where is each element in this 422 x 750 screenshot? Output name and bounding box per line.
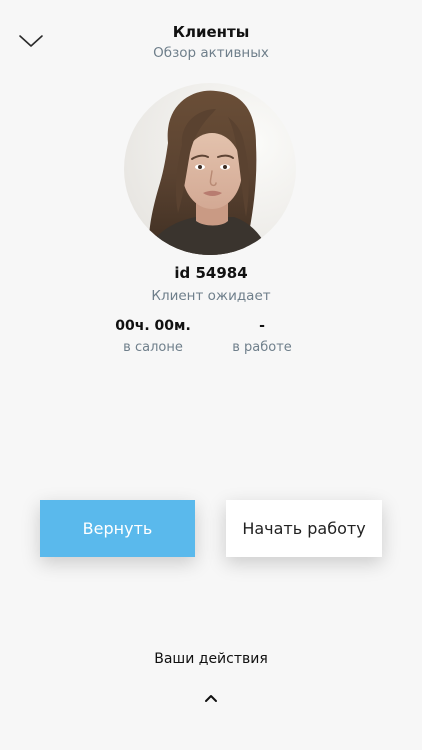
client-overview-screen: Клиенты Обзор активных id 54984 Клиент о…	[0, 0, 422, 750]
expand-actions-button[interactable]	[196, 686, 226, 710]
return-button[interactable]: Вернуть	[40, 500, 195, 557]
stat-in-work-value: -	[259, 318, 265, 334]
page-title: Клиенты	[172, 23, 250, 41]
client-id: id 54984	[174, 264, 248, 282]
stat-in-work: - в работе	[192, 316, 332, 358]
your-actions-label: Ваши действия	[154, 651, 268, 667]
chevron-up-icon	[205, 695, 217, 702]
client-photo	[124, 83, 296, 255]
avatar	[124, 83, 296, 255]
header: Клиенты Обзор активных	[0, 22, 422, 63]
stat-in-work-label: в работе	[232, 340, 292, 355]
client-status: Клиент ожидает	[151, 288, 271, 304]
page-subtitle: Обзор активных	[153, 45, 269, 61]
start-work-button[interactable]: Начать работу	[226, 500, 382, 557]
